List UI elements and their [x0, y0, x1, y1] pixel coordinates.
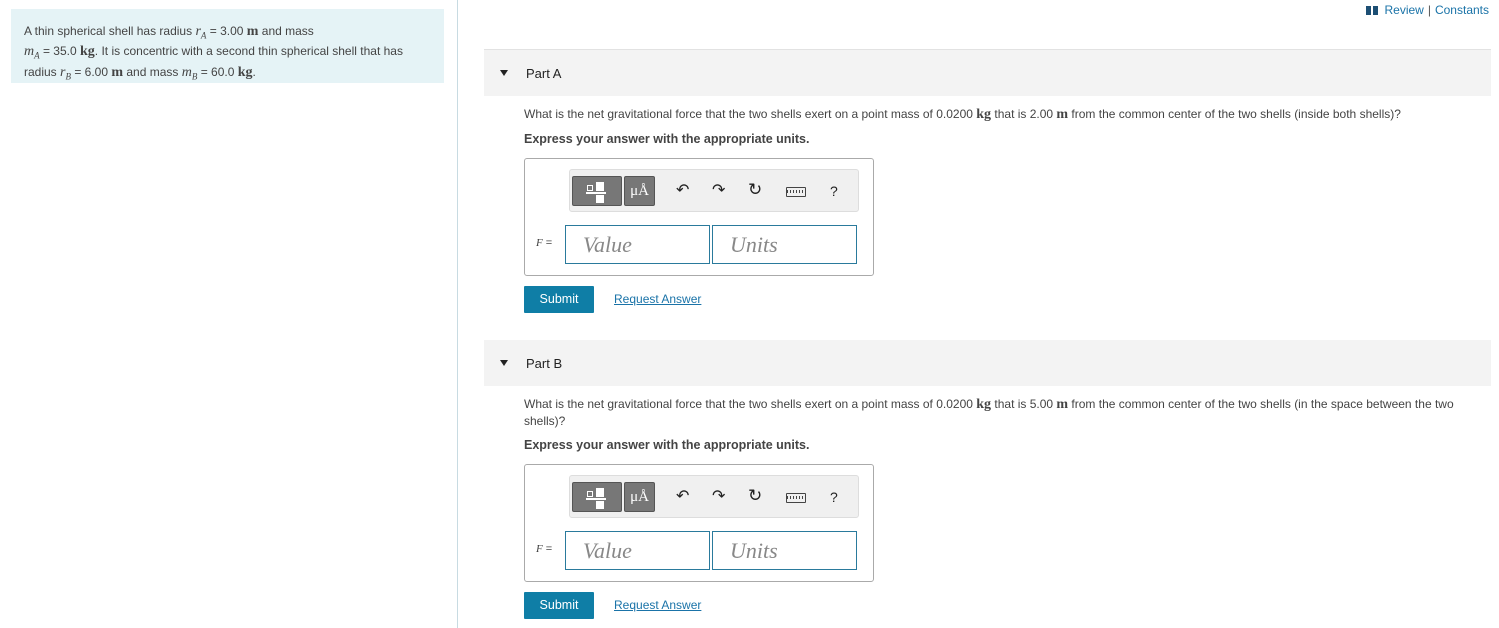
reset-icon[interactable]: ↻: [748, 487, 762, 505]
units-button[interactable]: μÅ: [624, 176, 655, 206]
redo-icon[interactable]: ↷: [712, 488, 725, 506]
answer-variable-label: F =: [536, 543, 553, 555]
constants-link[interactable]: Constants: [1435, 3, 1489, 17]
part-b-question: What is the net gravitational force that…: [524, 397, 1454, 428]
part-b-instruction: Express your answer with the appropriate…: [524, 438, 810, 452]
units-button[interactable]: μÅ: [624, 482, 655, 512]
submit-button[interactable]: Submit: [524, 592, 594, 619]
math-toolbar: μÅ ↶ ↷ ↻ ?: [569, 475, 859, 518]
help-icon[interactable]: ?: [830, 488, 838, 506]
part-b: Part B What is the net gravitational for…: [484, 340, 1491, 619]
templates-button[interactable]: [572, 176, 622, 206]
request-answer-link[interactable]: Request Answer: [614, 598, 701, 612]
keyboard-icon[interactable]: [786, 493, 806, 503]
reset-icon[interactable]: ↻: [748, 181, 762, 199]
templates-icon: [587, 185, 593, 191]
link-separator: |: [1427, 3, 1431, 17]
keyboard-icon[interactable]: [786, 187, 806, 197]
part-b-title: Part B: [526, 356, 563, 371]
help-icon[interactable]: ?: [830, 182, 838, 200]
problem-intro: A thin spherical shell has radius rA = 3…: [11, 9, 444, 83]
undo-icon[interactable]: ↶: [676, 488, 689, 506]
part-b-header[interactable]: Part B: [484, 340, 1491, 386]
part-b-answer-box: μÅ ↶ ↷ ↻ ? F = Value Units: [524, 464, 874, 582]
units-icon: μÅ: [630, 489, 649, 505]
undo-icon[interactable]: ↶: [676, 182, 689, 200]
templates-icon: [587, 491, 593, 497]
part-a-question: What is the net gravitational force that…: [524, 107, 1401, 122]
review-link[interactable]: Review: [1384, 3, 1423, 17]
units-input[interactable]: Units: [712, 225, 857, 264]
math-toolbar: μÅ ↶ ↷ ↻ ?: [569, 169, 859, 212]
part-a-title: Part A: [526, 66, 562, 81]
units-icon: μÅ: [630, 183, 649, 199]
collapse-triangle-icon[interactable]: [500, 70, 508, 76]
request-answer-link[interactable]: Request Answer: [614, 292, 701, 306]
value-input[interactable]: Value: [565, 531, 710, 570]
column-divider: [457, 0, 458, 628]
submit-button[interactable]: Submit: [524, 286, 594, 313]
part-a-header[interactable]: Part A: [484, 50, 1491, 96]
answer-variable-label: F =: [536, 237, 553, 249]
collapse-triangle-icon[interactable]: [500, 360, 508, 366]
book-icon: [1366, 5, 1379, 15]
top-links: Review | Constants: [1366, 3, 1489, 17]
value-input[interactable]: Value: [565, 225, 710, 264]
redo-icon[interactable]: ↷: [712, 182, 725, 200]
units-input[interactable]: Units: [712, 531, 857, 570]
part-a-instruction: Express your answer with the appropriate…: [524, 132, 810, 146]
templates-button[interactable]: [572, 482, 622, 512]
part-a: Part A What is the net gravitational for…: [484, 50, 1491, 313]
part-a-answer-box: μÅ ↶ ↷ ↻ ? F = Value Units: [524, 158, 874, 276]
